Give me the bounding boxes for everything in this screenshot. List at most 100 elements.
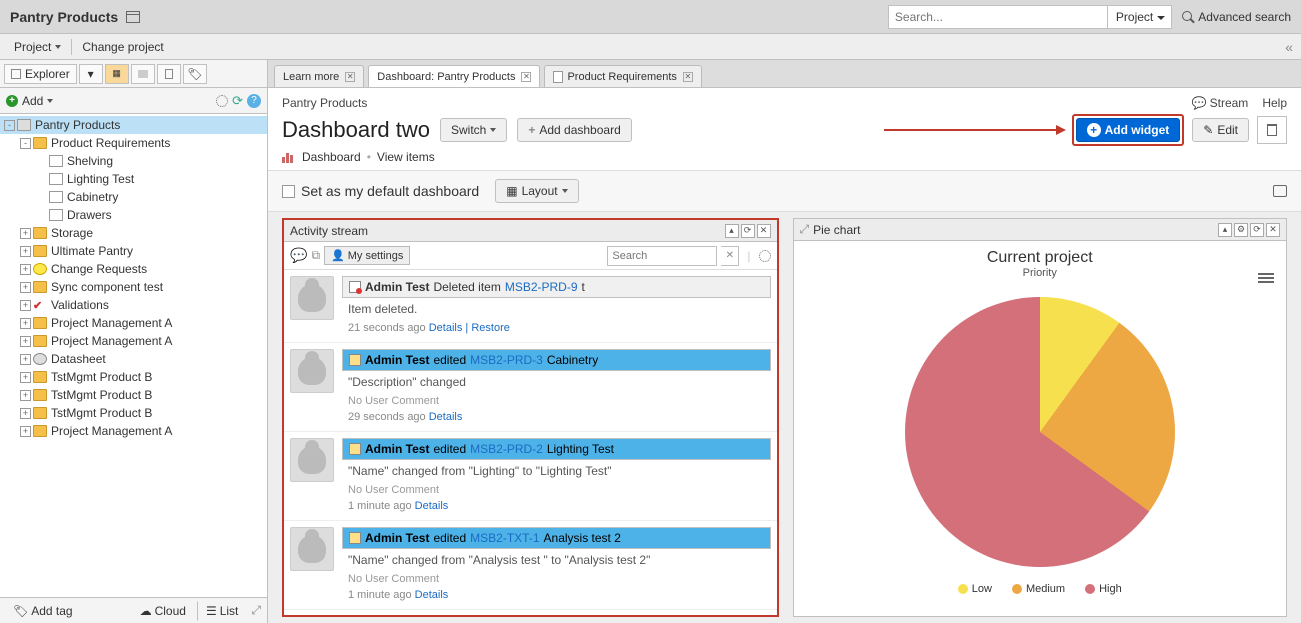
change-project-menu[interactable]: Change project (76, 38, 169, 56)
tree-row[interactable]: +Sync component test (0, 278, 267, 296)
tree-row[interactable]: Lighting Test (0, 170, 267, 188)
collapse-icon[interactable]: - (4, 120, 15, 131)
expand-icon[interactable]: + (20, 318, 31, 329)
expand-icon[interactable]: + (20, 408, 31, 419)
tree-row[interactable]: -Product Requirements (0, 134, 267, 152)
default-dashboard-checkbox[interactable]: Set as my default dashboard (282, 183, 479, 199)
expand-icon[interactable]: ⤢ (251, 603, 261, 618)
collapse-icon[interactable]: ▴ (1218, 223, 1232, 237)
activity-item-link[interactable]: MSB2-PRD-2 (470, 442, 543, 456)
tab[interactable]: Dashboard: Pantry Products✕ (368, 65, 540, 87)
tree-row[interactable]: +Project Management A (0, 422, 267, 440)
help-link[interactable]: Help (1262, 96, 1287, 110)
expand-icon[interactable]: + (20, 354, 31, 365)
activity-item-link[interactable]: MSB2-PRD-9 (505, 280, 578, 294)
close-icon[interactable]: ✕ (345, 72, 355, 82)
my-settings-button[interactable]: 👤My settings (324, 246, 410, 265)
tree-row[interactable]: +TstMgmt Product B (0, 368, 267, 386)
close-icon[interactable]: ✕ (683, 72, 693, 82)
activity-item-link[interactable]: MSB2-TXT-1 (470, 531, 539, 545)
expand-icon[interactable]: + (20, 372, 31, 383)
activity-search-input[interactable] (607, 246, 717, 266)
tree-row[interactable]: Cabinetry (0, 188, 267, 206)
gear-icon[interactable] (216, 95, 228, 107)
tree-row[interactable]: +Storage (0, 224, 267, 242)
collapse-icon[interactable]: - (20, 138, 31, 149)
advanced-search-link[interactable]: Advanced search (1182, 10, 1291, 24)
tree-row[interactable]: +✔Validations (0, 296, 267, 314)
expand-icon[interactable]: + (20, 264, 31, 275)
collapse-icon[interactable]: ▴ (725, 224, 739, 238)
legend-item[interactable]: Medium (1012, 583, 1065, 595)
tab[interactable]: Learn more✕ (274, 65, 364, 87)
filter-button[interactable]: ▾ (79, 64, 103, 84)
delete-button[interactable] (1257, 116, 1287, 144)
expand-icon[interactable]: ⤢ (800, 222, 810, 237)
expand-icon[interactable]: + (20, 426, 31, 437)
close-icon[interactable]: ✕ (1266, 223, 1280, 237)
tree-row[interactable]: +Project Management A (0, 314, 267, 332)
tree-row[interactable]: +Change Requests (0, 260, 267, 278)
layout-button[interactable]: ▦Layout (495, 179, 578, 203)
gear-icon[interactable] (759, 250, 771, 262)
pie-chart[interactable] (905, 297, 1175, 567)
edit-button[interactable]: ✎Edit (1192, 118, 1249, 142)
search-scope-dropdown[interactable]: Project (1108, 5, 1172, 29)
expand-icon[interactable]: + (20, 300, 31, 311)
refresh-icon[interactable]: ⟳ (232, 93, 243, 109)
list-view-button[interactable]: ☰List (197, 601, 245, 621)
tree-row[interactable]: Shelving (0, 152, 267, 170)
expand-icon[interactable]: + (20, 390, 31, 401)
activity-item-link[interactable]: MSB2-PRD-3 (470, 353, 543, 367)
activity-links[interactable]: Details | Restore (429, 322, 510, 334)
tree-row[interactable]: -Pantry Products (0, 116, 267, 134)
close-icon[interactable]: ✕ (757, 224, 771, 238)
gear-icon[interactable]: ⚙ (1234, 223, 1248, 237)
comment-icon[interactable]: 💬 (290, 247, 307, 264)
search-input[interactable] (888, 5, 1108, 29)
clipboard-button[interactable] (157, 64, 181, 84)
add-dashboard-button[interactable]: +Add dashboard (517, 118, 631, 142)
tab[interactable]: Product Requirements✕ (544, 65, 701, 87)
tree-row[interactable]: Drawers (0, 206, 267, 224)
switch-button[interactable]: Switch (440, 118, 507, 142)
activity-links[interactable]: Details (415, 500, 449, 512)
refresh-icon[interactable]: ⟳ (741, 224, 755, 238)
chart-menu-icon[interactable] (1258, 271, 1274, 285)
calendar-button[interactable]: ▦ (105, 64, 129, 84)
add-tag-button[interactable]: 🏷Add tag (6, 601, 80, 621)
tree-row[interactable]: +Datasheet (0, 350, 267, 368)
activity-links[interactable]: Details (415, 589, 449, 601)
add-button[interactable]: + Add (6, 94, 53, 108)
expand-icon[interactable]: + (20, 336, 31, 347)
copy-icon[interactable]: ⧉ (311, 248, 320, 263)
tag-button[interactable]: 🏷 (183, 64, 207, 84)
add-widget-button[interactable]: +Add widget (1076, 118, 1181, 142)
cloud-view-button[interactable]: ☁Cloud (133, 601, 193, 621)
tree-row[interactable]: +TstMgmt Product B (0, 386, 267, 404)
help-icon[interactable]: ? (247, 94, 261, 108)
tree-row[interactable]: +Ultimate Pantry (0, 242, 267, 260)
activity-links[interactable]: Details (429, 411, 463, 423)
project-tree[interactable]: -Pantry Products-Product RequirementsShe… (0, 114, 267, 597)
tree-row[interactable]: +TstMgmt Product B (0, 404, 267, 422)
print-icon[interactable] (1273, 185, 1287, 197)
expand-icon[interactable]: + (20, 282, 31, 293)
refresh-icon[interactable]: ⟳ (1250, 223, 1264, 237)
panel-button[interactable] (131, 64, 155, 84)
activity-list[interactable]: Admin Test Deleted item MSB2-PRD-9 tItem… (284, 270, 777, 615)
view-items-link[interactable]: View items (377, 150, 435, 164)
folder-icon (33, 407, 47, 419)
window-icon[interactable] (126, 11, 140, 23)
close-icon[interactable]: ✕ (521, 72, 531, 82)
expand-icon[interactable]: + (20, 246, 31, 257)
legend-item[interactable]: Low (958, 583, 992, 595)
stream-link[interactable]: 💬Stream (1192, 96, 1249, 110)
clear-search-icon[interactable]: ✕ (721, 246, 739, 266)
project-menu[interactable]: Project (8, 38, 67, 56)
explorer-button[interactable]: Explorer (4, 64, 77, 84)
legend-item[interactable]: High (1085, 583, 1122, 595)
collapse-sidebar-icon[interactable]: « (1285, 39, 1293, 55)
expand-icon[interactable]: + (20, 228, 31, 239)
tree-row[interactable]: +Project Management A (0, 332, 267, 350)
